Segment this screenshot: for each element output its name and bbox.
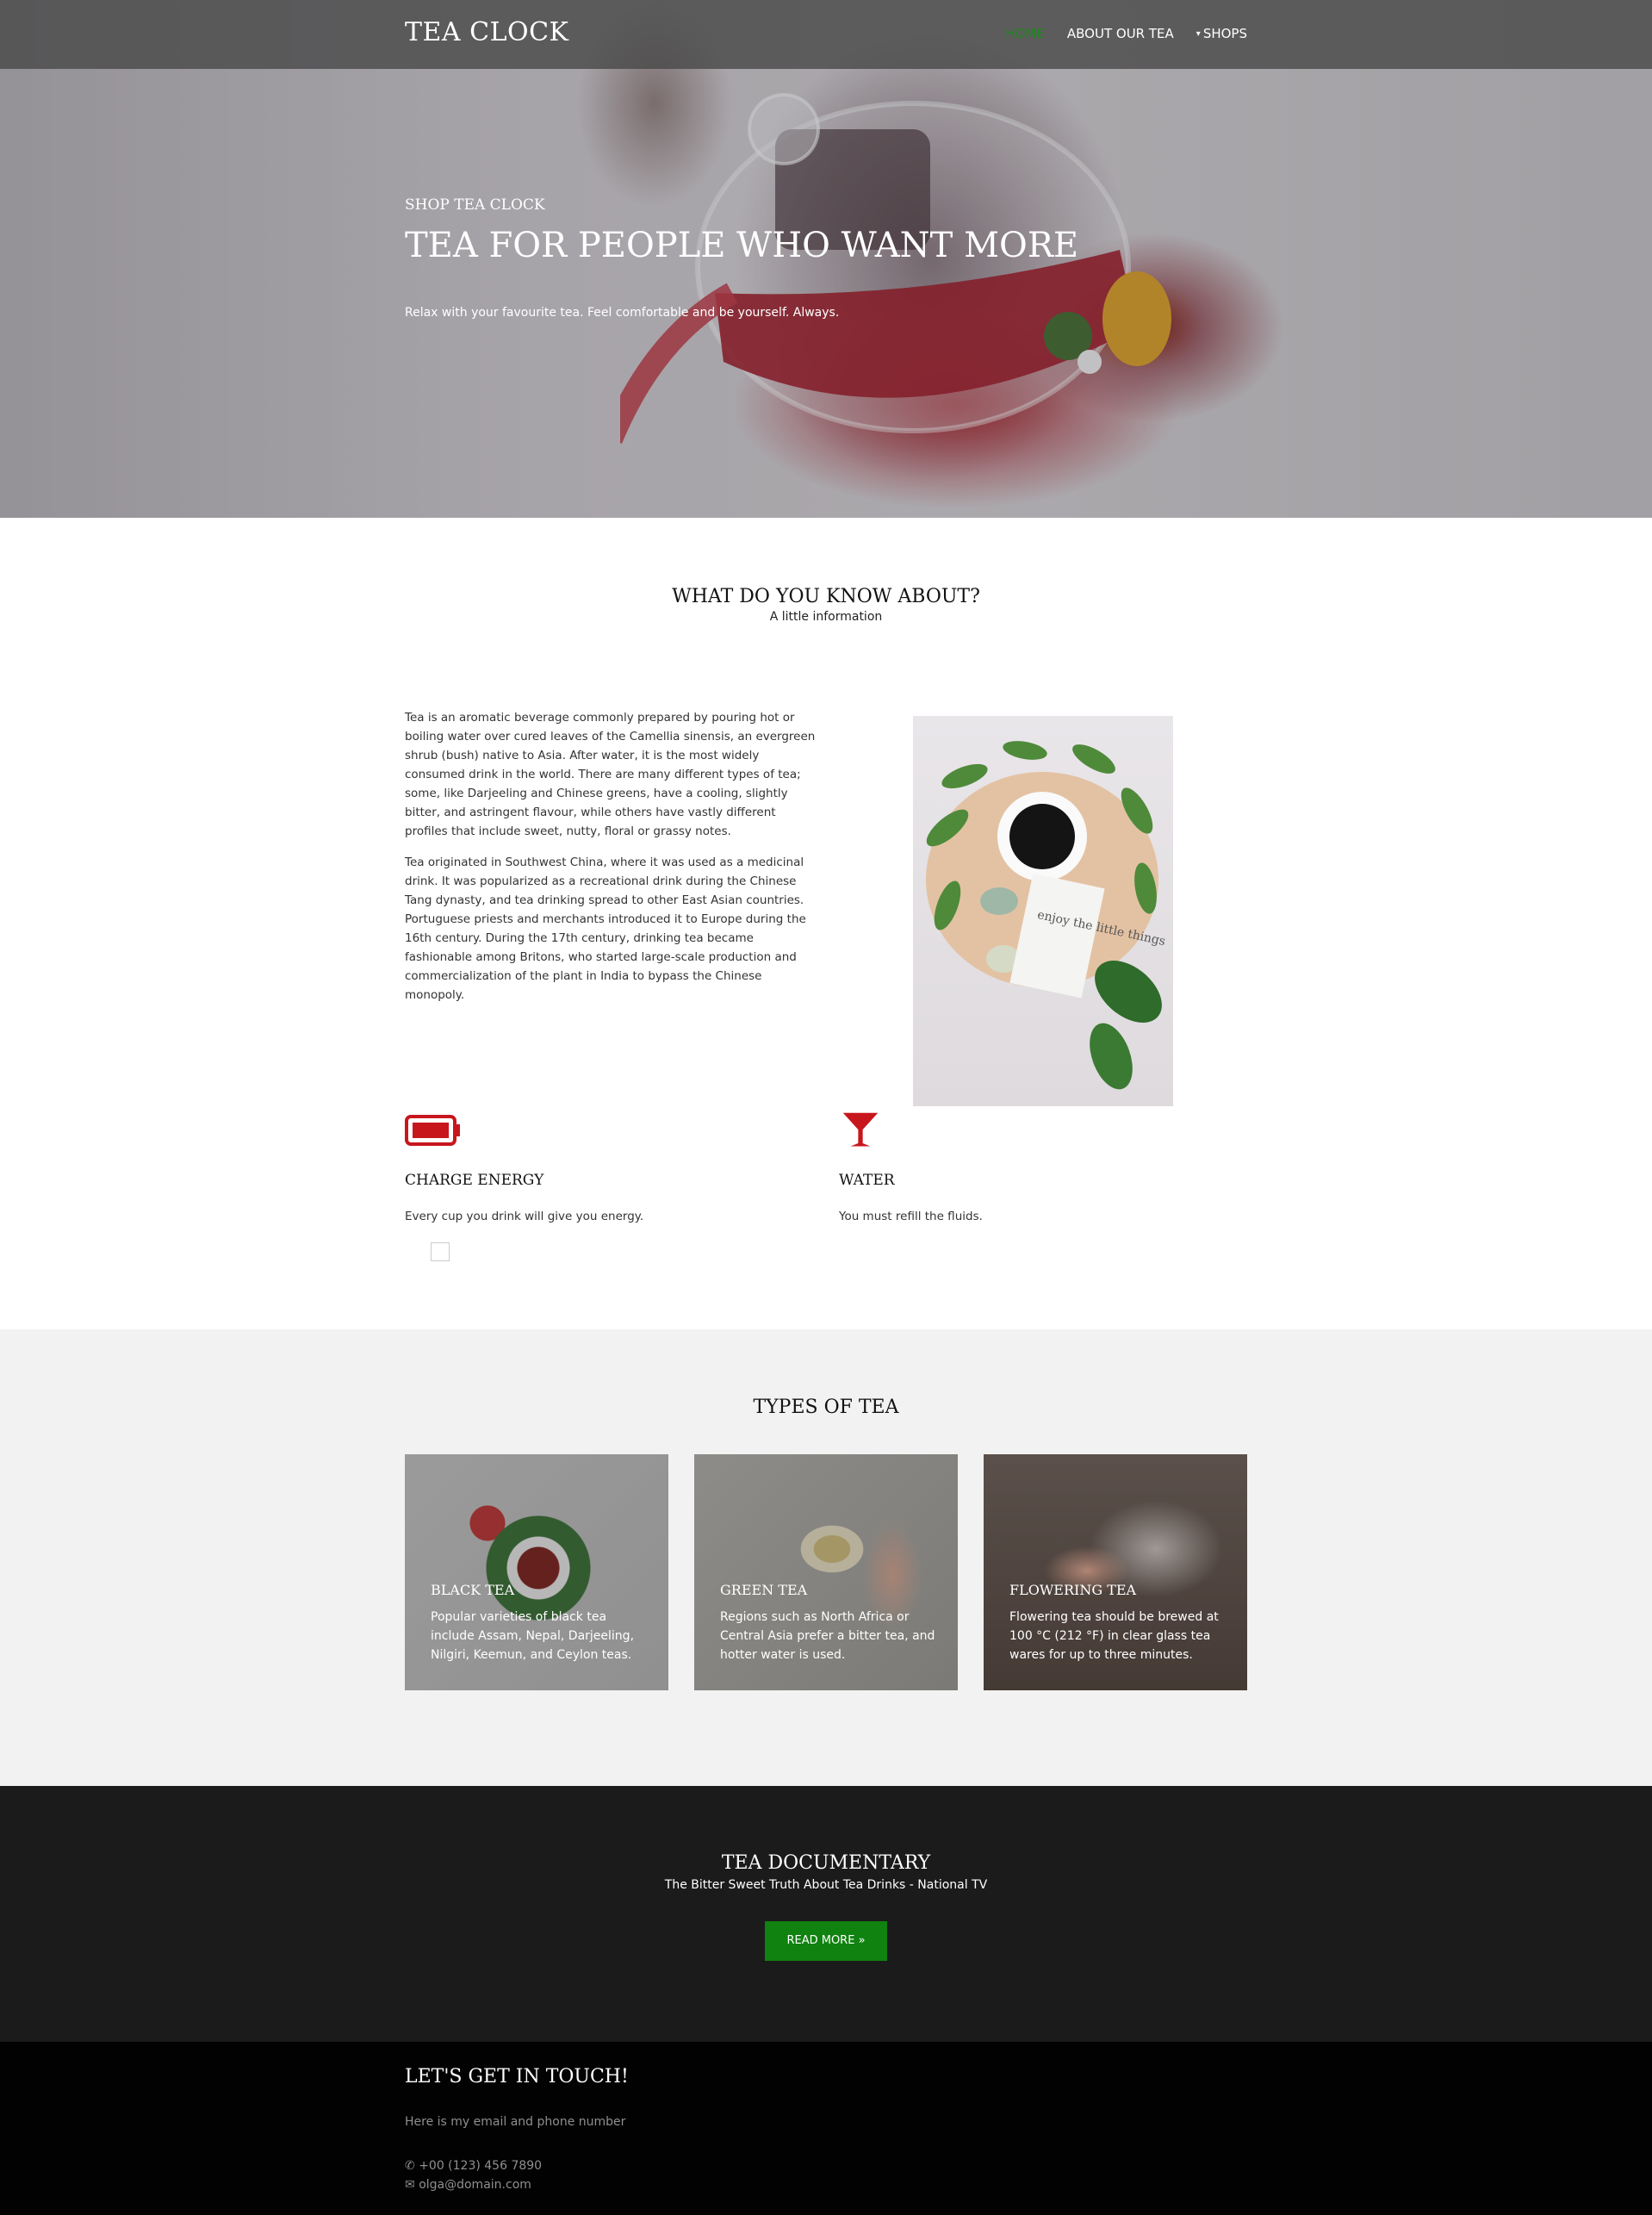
checkbox[interactable]: [431, 1242, 450, 1261]
tea-card-green[interactable]: GREEN TEA Regions such as North Africa o…: [694, 1454, 958, 1690]
feature-title: CHARGE ENERGY: [405, 1172, 544, 1189]
card-text: Flowering tea should be brewed at 100 °C…: [1009, 1610, 1219, 1662]
feature-text: You must refill the fluids.: [839, 1210, 983, 1223]
card-text: Regions such as North Africa or Central …: [720, 1610, 935, 1662]
card-title: BLACK TEA: [431, 1582, 515, 1598]
caret-down-icon: ▾: [1196, 29, 1201, 39]
types-title: TYPES OF TEA: [753, 1397, 899, 1418]
about-title: WHAT DO YOU KNOW ABOUT?: [672, 586, 980, 607]
footer: LET'S GET IN TOUCH! Here is my email and…: [0, 2042, 1652, 2215]
documentary-section: TEA DOCUMENTARY The Bitter Sweet Truth A…: [0, 1786, 1652, 2042]
hero-title: TEA FOR PEOPLE WHO WANT MORE: [405, 226, 1079, 265]
tea-card-black[interactable]: BLACK TEA Popular varieties of black tea…: [405, 1454, 668, 1690]
footer-subtitle: Here is my email and phone number: [405, 2115, 626, 2129]
envelope-icon: ✉: [405, 2178, 415, 2192]
contact-email: ✉ olga@domain.com: [405, 2178, 531, 2192]
nav-item-shops-label: SHOPS: [1202, 26, 1247, 41]
feature-water: WATER You must refill the fluids.: [839, 1111, 1227, 1223]
about-paragraph: Tea is an aromatic beverage commonly pre…: [405, 711, 816, 838]
feature-charge-energy: CHARGE ENERGY Every cup you drink will g…: [405, 1111, 792, 1223]
nav-item-shops[interactable]: ▾ SHOPS: [1196, 26, 1247, 41]
card-title: FLOWERING TEA: [1009, 1582, 1137, 1598]
tea-cup-illustration: enjoy the little things: [926, 741, 1166, 1090]
nav-menu: HOME ABOUT OUR TEA ▾ SHOPS: [1005, 26, 1247, 41]
about-subtitle: A little information: [769, 610, 883, 624]
tea-cup-image: enjoy the little things: [913, 716, 1173, 1106]
hero-section: SHOP TEA CLOCK TEA FOR PEOPLE WHO WANT M…: [0, 0, 1652, 518]
email-address[interactable]: olga@domain.com: [419, 2178, 531, 2192]
card-text: Popular varieties of black tea include A…: [431, 1610, 635, 1662]
documentary-subtitle: The Bitter Sweet Truth About Tea Drinks …: [664, 1878, 988, 1892]
about-paragraph: Tea originated in Southwest China, where…: [405, 856, 806, 1002]
card-title: GREEN TEA: [720, 1582, 808, 1598]
phone-number[interactable]: +00 (123) 456 7890: [419, 2159, 542, 2173]
contact-phone: ✆ +00 (123) 456 7890: [405, 2159, 542, 2173]
read-more-button[interactable]: READ MORE »: [765, 1921, 887, 1961]
about-text: Tea is an aromatic beverage commonly pre…: [405, 708, 818, 1017]
glass-icon: [842, 1112, 879, 1147]
hero-subtitle: SHOP TEA CLOCK: [405, 196, 545, 214]
nav-item-about[interactable]: ABOUT OUR TEA: [1067, 26, 1174, 41]
tea-card-flowering[interactable]: FLOWERING TEA Flowering tea should be br…: [984, 1454, 1247, 1690]
phone-icon: ✆: [405, 2159, 415, 2173]
feature-text: Every cup you drink will give you energy…: [405, 1210, 644, 1223]
documentary-title: TEA DOCUMENTARY: [721, 1852, 931, 1874]
site-logo[interactable]: TEA CLOCK: [405, 17, 568, 47]
battery-icon: [405, 1115, 460, 1146]
feature-title: WATER: [839, 1172, 895, 1189]
nav-item-home[interactable]: HOME: [1005, 26, 1045, 41]
hero-lead: Relax with your favourite tea. Feel comf…: [405, 306, 840, 320]
top-navbar: TEA CLOCK HOME ABOUT OUR TEA ▾ SHOPS: [0, 0, 1652, 69]
footer-title: LET'S GET IN TOUCH!: [405, 2066, 629, 2087]
